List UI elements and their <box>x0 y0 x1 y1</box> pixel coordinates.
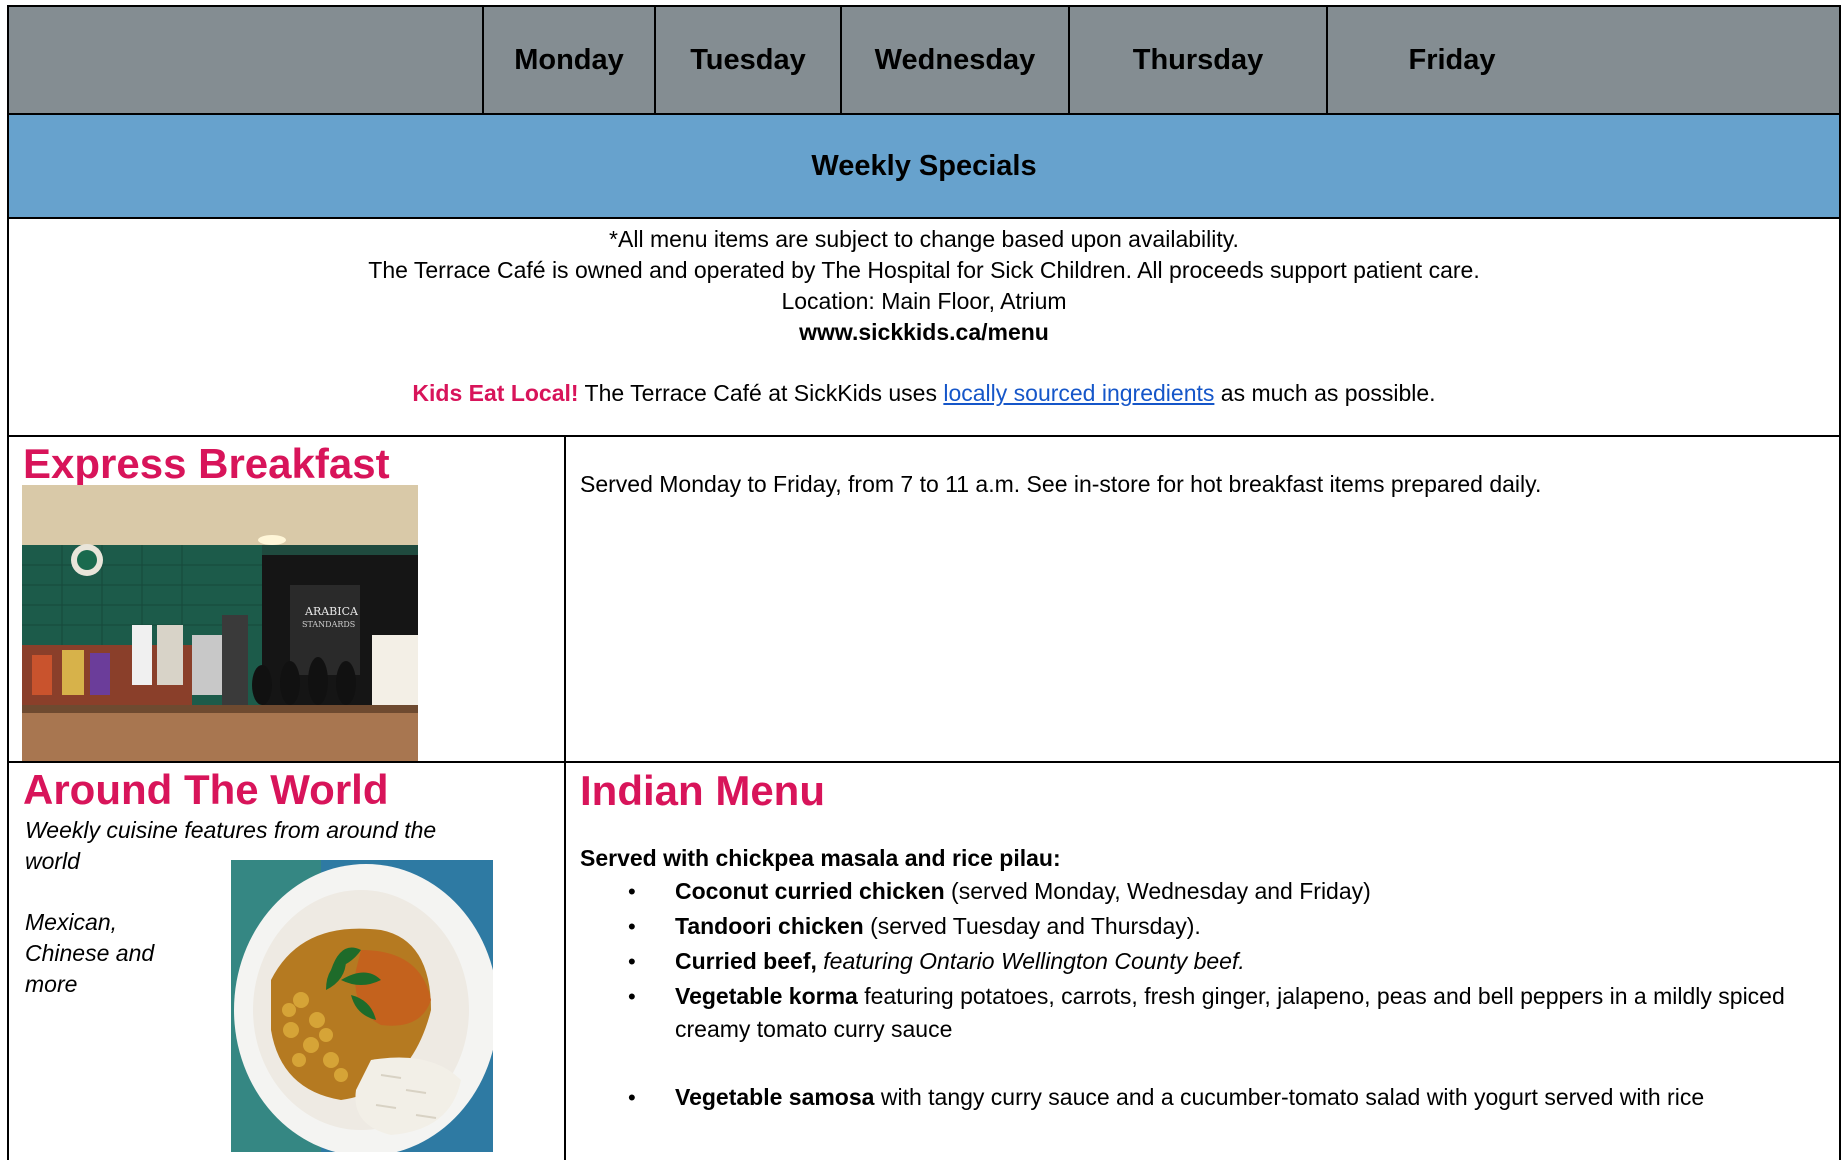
days-header-row: Monday Tuesday Wednesday Thursday Friday <box>9 5 1839 115</box>
indian-menu-intro: Served with chickpea masala and rice pil… <box>580 845 1061 871</box>
cuisine-line-2: Chinese and <box>25 940 155 966</box>
indian-menu-cell: Indian Menu Served with chickpea masala … <box>566 763 1839 1160</box>
indian-menu-title: Indian Menu <box>580 767 825 814</box>
menu-url: www.sickkids.ca/menu <box>799 319 1049 345</box>
express-breakfast-title: Express Breakfast <box>23 440 390 487</box>
header-blank-cell <box>7 7 482 113</box>
express-breakfast-description: Served Monday to Friday, from 7 to 11 a.… <box>580 471 1542 497</box>
around-the-world-title: Around The World <box>23 766 389 813</box>
menu-table: Monday Tuesday Wednesday Thursday Friday… <box>7 5 1841 1160</box>
list-item: Curried beef, featuring Ontario Wellingt… <box>580 945 1810 978</box>
local-text-before: The Terrace Café at SickKids uses <box>578 380 944 406</box>
dish-name: Vegetable korma <box>675 983 858 1009</box>
list-item: Coconut curried chicken (served Monday, … <box>580 875 1810 908</box>
header-friday: Friday <box>1326 7 1576 113</box>
list-item: Tandoori chicken (served Tuesday and Thu… <box>580 910 1810 943</box>
svg-text:ARABICA: ARABICA <box>304 605 359 618</box>
express-breakfast-cell: Express Breakfast ARABICA STANDARDS <box>9 437 566 761</box>
availability-note: *All menu items are subject to change ba… <box>609 226 1239 252</box>
indian-menu-list: Coconut curried chicken (served Monday, … <box>580 875 1810 1116</box>
cuisine-list: Mexican, Chinese and more <box>25 907 205 1000</box>
header-monday: Monday <box>482 7 654 113</box>
info-block: *All menu items are subject to change ba… <box>9 219 1839 437</box>
local-text-after: as much as possible. <box>1214 380 1436 406</box>
dish-name: Vegetable samosa <box>675 1084 875 1110</box>
dish-name: Coconut curried chicken <box>675 878 945 904</box>
dish-detail: with tangy curry sauce and a cucumber-to… <box>874 1084 1705 1110</box>
header-wednesday: Wednesday <box>840 7 1068 113</box>
description-line-1: Weekly cuisine features from around the <box>25 817 437 843</box>
dish-detail: featuring Ontario Wellington County beef… <box>816 948 1245 974</box>
around-the-world-cell: Around The World Weekly cuisine features… <box>9 763 566 1160</box>
dish-detail: (served Monday, Wednesday and Friday) <box>944 878 1371 904</box>
dish-name: Curried beef, <box>675 948 817 974</box>
locally-sourced-link[interactable]: locally sourced ingredients <box>943 380 1214 406</box>
curry-plate-photo <box>231 860 493 1152</box>
express-breakfast-row: Express Breakfast ARABICA STANDARDS Serv… <box>9 437 1839 763</box>
kids-eat-local-line: Kids Eat Local! The Terrace Café at Sick… <box>9 378 1839 409</box>
weekly-specials-heading: Weekly Specials <box>9 115 1839 219</box>
cuisine-line-1: Mexican, <box>25 909 118 935</box>
svg-text:STANDARDS: STANDARDS <box>302 620 355 629</box>
express-breakfast-details: Served Monday to Friday, from 7 to 11 a.… <box>566 437 1839 761</box>
kids-eat-local-label: Kids Eat Local! <box>412 380 579 406</box>
cuisine-line-3: more <box>25 971 78 997</box>
header-tuesday: Tuesday <box>654 7 840 113</box>
location-note: Location: Main Floor, Atrium <box>781 288 1067 314</box>
express-breakfast-photo: ARABICA STANDARDS <box>22 485 418 761</box>
ownership-note: The Terrace Café is owned and operated b… <box>368 257 1480 283</box>
dish-detail: (served Tuesday and Thursday). <box>863 913 1201 939</box>
list-item: Vegetable samosa with tangy curry sauce … <box>580 1081 1810 1114</box>
list-item: Vegetable korma featuring potatoes, carr… <box>580 980 1810 1046</box>
around-the-world-row: Around The World Weekly cuisine features… <box>9 763 1839 1160</box>
header-thursday: Thursday <box>1068 7 1326 113</box>
dish-name: Tandoori chicken <box>675 913 864 939</box>
